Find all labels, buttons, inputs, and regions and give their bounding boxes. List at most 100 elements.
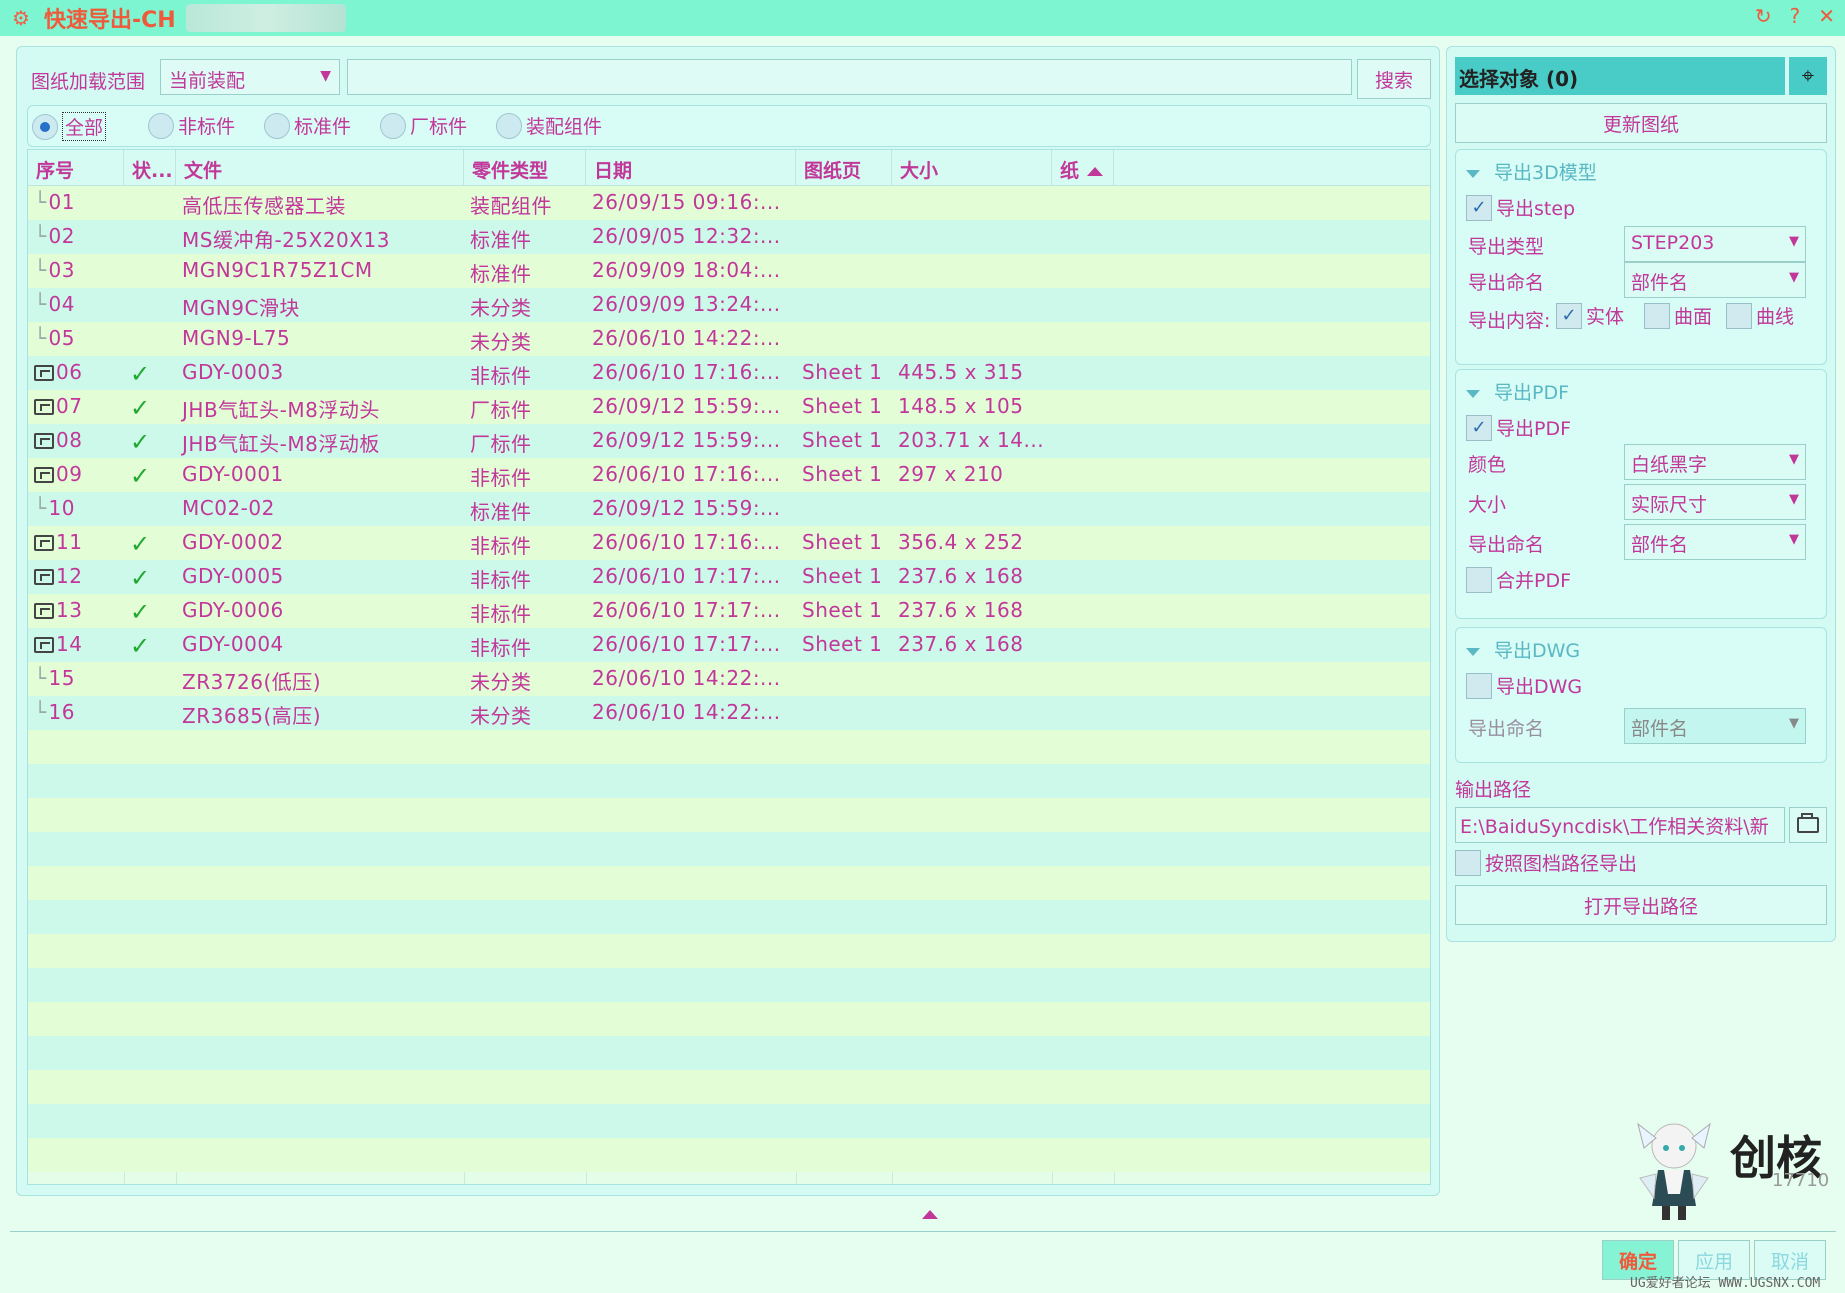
dwg-naming-dropdown[interactable]: 部件名 ▼ — [1624, 708, 1806, 744]
checkmark-icon: ✓ — [1556, 302, 1582, 329]
close-icon[interactable]: ✕ — [1818, 4, 1835, 28]
col-header-number[interactable]: 序号 — [28, 150, 124, 186]
export-naming-dropdown[interactable]: 部件名 ▼ — [1624, 262, 1806, 298]
cell-number: 07 — [28, 390, 124, 424]
cell-file: MGN9C1R75Z1CM — [182, 258, 373, 282]
search-input[interactable] — [347, 59, 1352, 95]
table-row[interactable]: └ 10 MC02-02 标准件 26/09/12 15:59:... — [28, 492, 1430, 526]
cell-status: ✓ — [124, 526, 176, 560]
table-row[interactable]: 13 ✓ GDY-0006 非标件 26/06/10 17:17:... Sheet 1 2… — [28, 594, 1430, 628]
solid-checkbox[interactable]: ✓ 实体 — [1556, 302, 1624, 329]
merge-pdf-checkbox[interactable]: 合并PDF — [1466, 566, 1571, 593]
filter-standard[interactable]: 标准件 — [264, 112, 351, 139]
export-step-checkbox[interactable]: ✓ 导出step — [1466, 194, 1575, 221]
table-row[interactable]: └ 03 MGN9C1R75Z1CM 标准件 26/09/09 18:04:... — [28, 254, 1430, 288]
table-row[interactable]: └ 04 MGN9C滑块 未分类 26/09/09 13:24:... — [28, 288, 1430, 322]
cell-number: 11 — [28, 526, 124, 560]
export-pdf-group: 导出PDF ✓ 导出PDF 颜色 白纸黑字 ▼ 大小 实际尺寸 ▼ 导出命名 部… — [1455, 369, 1827, 619]
pdf-naming-dropdown[interactable]: 部件名 ▼ — [1624, 524, 1806, 560]
export-options-panel: 选择对象 (0) ⌖ 更新图纸 导出3D模型 ✓ 导出step 导出类型 STE… — [1446, 46, 1836, 942]
cell-type: 标准件 — [470, 500, 532, 524]
export-content-label: 导出内容: — [1468, 310, 1551, 332]
table-row[interactable]: 12 ✓ GDY-0005 非标件 26/06/10 17:17:... Sheet 1 2… — [28, 560, 1430, 594]
empty-table-row — [28, 900, 1430, 934]
row-number: 05 — [48, 326, 75, 350]
col-header-paper[interactable]: 纸 — [1052, 150, 1114, 186]
col-header-part-type[interactable]: 零件类型 — [464, 150, 586, 186]
filter-factory-standard[interactable]: 厂标件 — [380, 112, 467, 139]
cell-sheet: Sheet 1 — [802, 632, 883, 656]
table-row[interactable]: └ 16 ZR3685(高压) 未分类 26/06/10 14:22:... — [28, 696, 1430, 730]
expand-arrow-icon[interactable] — [922, 1210, 938, 1219]
tree-line-icon: └ — [34, 496, 47, 520]
radio-icon — [264, 112, 290, 139]
filter-all[interactable]: 全部 — [32, 112, 107, 141]
cell-file: ZR3685(高压) — [182, 704, 322, 728]
open-export-path-button[interactable]: 打开导出路径 — [1455, 885, 1827, 925]
table-row[interactable]: └ 01 高低压传感器工装 装配组件 26/09/15 09:16:... — [28, 186, 1430, 220]
export-by-path-checkbox[interactable]: 按照图档路径导出 — [1455, 849, 1637, 876]
pdf-color-dropdown[interactable]: 白纸黑字 ▼ — [1624, 444, 1806, 480]
cell-date: 26/09/12 15:59:... — [592, 394, 781, 418]
pdf-color-label: 颜色 — [1468, 454, 1507, 476]
export-type-dropdown[interactable]: STEP203 ▼ — [1624, 226, 1806, 262]
table-row[interactable]: 09 ✓ GDY-0001 非标件 26/06/10 17:16:... Sheet 1 2… — [28, 458, 1430, 492]
export-dwg-header[interactable]: 导出DWG — [1466, 636, 1580, 663]
surface-checkbox[interactable]: 曲面 — [1644, 302, 1712, 329]
radio-icon — [148, 112, 174, 139]
pdf-color-value: 白纸黑字 — [1631, 454, 1708, 476]
col-header-size[interactable]: 大小 — [892, 150, 1052, 186]
export-naming-label: 导出命名 — [1468, 272, 1545, 294]
table-row[interactable]: 14 ✓ GDY-0004 非标件 26/06/10 17:17:... Sheet 1 2… — [28, 628, 1430, 662]
pdf-naming-label: 导出命名 — [1468, 534, 1545, 556]
footer-divider — [10, 1231, 1836, 1232]
table-row[interactable]: └ 15 ZR3726(低压) 未分类 26/06/10 14:22:... — [28, 662, 1430, 696]
drawing-sheet-icon — [34, 433, 54, 449]
cell-type: 厂标件 — [470, 432, 532, 456]
cell-status: ✓ — [124, 458, 176, 492]
empty-table-row — [28, 1138, 1430, 1172]
update-drawing-button[interactable]: 更新图纸 — [1455, 103, 1827, 143]
scope-dropdown[interactable]: 当前装配 ▼ — [160, 59, 340, 95]
export-dwg-checkbox[interactable]: 导出DWG — [1466, 672, 1582, 699]
help-icon[interactable]: ? — [1790, 4, 1801, 28]
export-pdf-header[interactable]: 导出PDF — [1466, 378, 1569, 405]
curve-checkbox[interactable]: 曲线 — [1726, 302, 1794, 329]
table-row[interactable]: └ 05 MGN9-L75 未分类 26/06/10 14:22:... — [28, 322, 1430, 356]
pdf-size-dropdown[interactable]: 实际尺寸 ▼ — [1624, 484, 1806, 520]
table-row[interactable]: 06 ✓ GDY-0003 非标件 26/06/10 17:16:... Sheet 1 4… — [28, 356, 1430, 390]
table-row[interactable]: 07 ✓ JHB气缸头-M8浮动头 厂标件 26/09/12 15:59:... Shee… — [28, 390, 1430, 424]
crosshair-icon[interactable]: ⌖ — [1789, 57, 1827, 95]
col-header-status[interactable]: 状... — [124, 150, 176, 186]
checkbox-empty-icon — [1466, 566, 1492, 593]
table-row[interactable]: └ 02 MS缓冲角-25X20X13 标准件 26/09/05 12:32:... — [28, 220, 1430, 254]
refresh-icon[interactable]: ↻ — [1755, 4, 1772, 28]
export-3d-header[interactable]: 导出3D模型 — [1466, 158, 1597, 185]
mascot-logo — [1637, 1122, 1711, 1220]
browse-folder-button[interactable] — [1789, 807, 1827, 843]
table-row[interactable]: 08 ✓ JHB气缸头-M8浮动板 厂标件 26/09/12 15:59:... Shee… — [28, 424, 1430, 458]
export-pdf-checkbox[interactable]: ✓ 导出PDF — [1466, 414, 1571, 441]
chevron-down-icon: ▼ — [320, 68, 331, 84]
checkmark-icon: ✓ — [1466, 194, 1492, 221]
cell-date: 26/09/09 18:04:... — [592, 258, 781, 282]
filter-assembly[interactable]: 装配组件 — [496, 112, 602, 139]
tree-line-icon: └ — [34, 666, 47, 690]
cell-status: ✓ — [124, 628, 176, 662]
col-header-sheet[interactable]: 图纸页 — [796, 150, 892, 186]
cell-status — [124, 254, 176, 288]
tree-line-icon: └ — [34, 326, 47, 350]
drawing-sheet-icon — [34, 535, 54, 551]
table-row[interactable]: 11 ✓ GDY-0002 非标件 26/06/10 17:16:... Sheet 1 3… — [28, 526, 1430, 560]
cell-status — [124, 492, 176, 526]
collapse-triangle-icon — [1466, 647, 1480, 656]
search-button[interactable]: 搜索 — [1357, 59, 1431, 99]
select-object-button[interactable]: 选择对象 (0) — [1455, 57, 1785, 95]
cell-type: 未分类 — [470, 704, 532, 728]
output-path-input[interactable]: E:\BaiduSyncdisk\工作相关资料\新 — [1455, 807, 1785, 843]
checkbox-empty-icon — [1644, 302, 1670, 329]
check-icon: ✓ — [130, 530, 151, 558]
col-header-date[interactable]: 日期 — [586, 150, 796, 186]
filter-nonstandard[interactable]: 非标件 — [148, 112, 235, 139]
col-header-file[interactable]: 文件 — [176, 150, 464, 186]
